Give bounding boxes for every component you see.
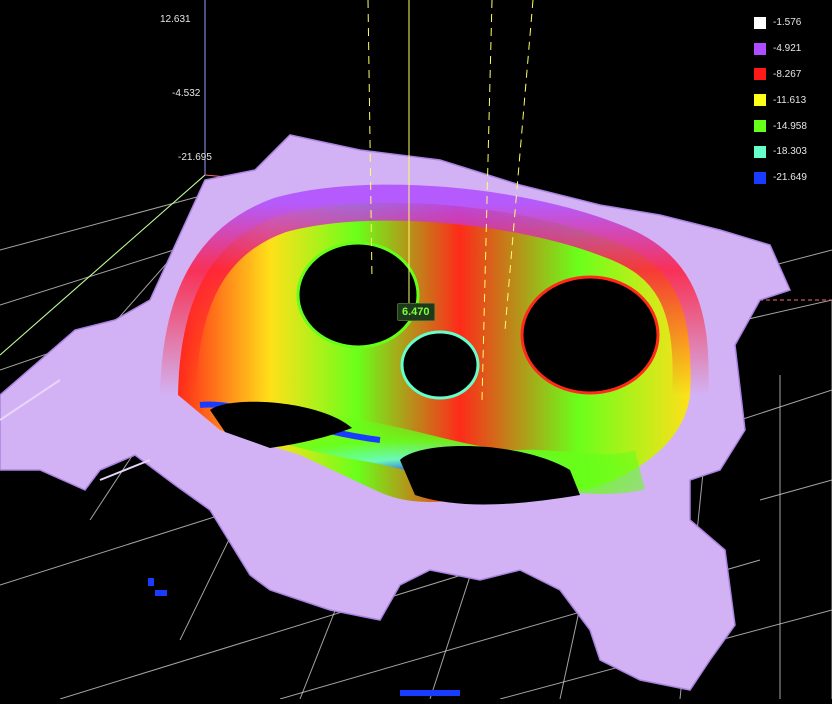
legend-entry: -8.267 — [754, 62, 830, 88]
legend-swatch-red — [754, 68, 766, 81]
axis-label-max: 12.631 — [160, 14, 191, 25]
legend-entry: -4.921 — [754, 36, 830, 62]
legend-value: -18.303 — [773, 146, 807, 158]
color-legend: -1.576 -4.921 -8.267 -11.613 -14.958 -18… — [754, 10, 830, 191]
legend-entry: -18.303 — [754, 139, 830, 165]
legend-entry: -11.613 — [754, 87, 830, 113]
hole-center — [400, 330, 480, 400]
legend-entry: -1.576 — [754, 10, 830, 36]
legend-value: -14.958 — [773, 120, 807, 132]
probe-value-tag[interactable]: 6.470 — [397, 303, 435, 321]
legend-value: -8.267 — [773, 68, 802, 80]
legend-swatch-blue — [754, 171, 766, 184]
3d-viewport[interactable]: 12.631 -4.532 -21.695 6.470 -1.576 -4.92… — [0, 0, 832, 700]
legend-value: -21.649 — [773, 172, 807, 184]
legend-swatch-white — [754, 16, 766, 29]
legend-entry: -21.649 — [754, 165, 830, 191]
legend-value: -4.921 — [773, 43, 802, 55]
legend-swatch-purple — [754, 42, 766, 55]
hole-right — [520, 275, 660, 395]
legend-value: -11.613 — [773, 94, 807, 106]
axis-label-mid: -4.532 — [172, 88, 201, 99]
legend-swatch-green — [754, 120, 766, 133]
axis-label-min: -21.695 — [178, 152, 212, 163]
legend-value: -1.576 — [773, 17, 802, 29]
legend-swatch-aqua — [754, 145, 766, 158]
3d-scene[interactable] — [0, 0, 832, 700]
legend-entry: -14.958 — [754, 113, 830, 139]
hole-top-left — [296, 241, 420, 349]
legend-swatch-yellow — [754, 94, 766, 107]
